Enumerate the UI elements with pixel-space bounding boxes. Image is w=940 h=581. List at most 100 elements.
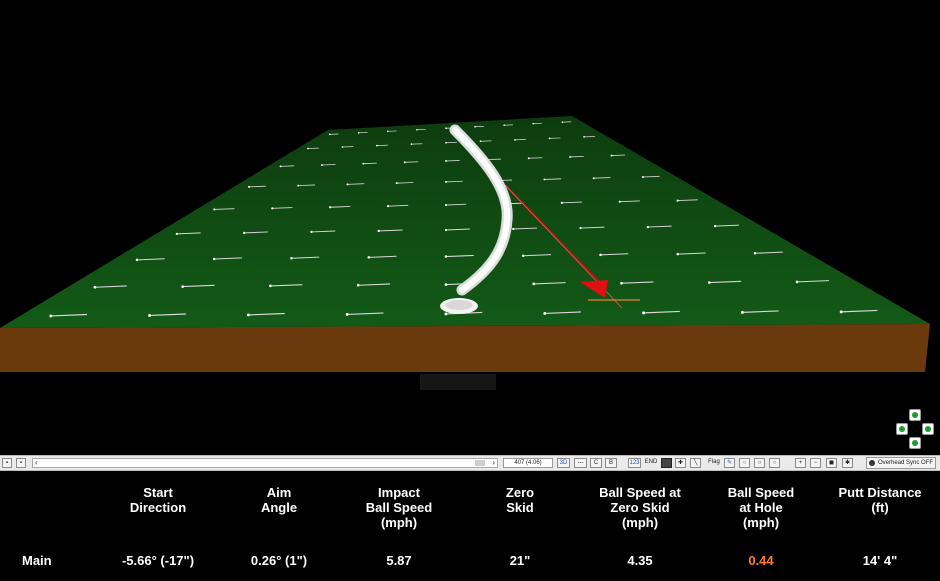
camera-left-icon[interactable] xyxy=(896,423,908,435)
header-putt-distance: Putt Distance (ft) xyxy=(838,485,922,515)
slope-arrow-head xyxy=(444,203,448,207)
slope-arrow-head xyxy=(795,280,799,284)
slope-arrow xyxy=(487,158,501,161)
slope-arrow xyxy=(280,165,295,167)
slope-arrow xyxy=(570,155,584,158)
hole-inner xyxy=(445,300,473,310)
pen-icon[interactable]: ✎ xyxy=(724,458,735,468)
slope-arrow-head xyxy=(356,283,360,287)
circle-blue-icon[interactable]: ○ xyxy=(739,458,750,468)
slope-arrow-head xyxy=(527,157,530,160)
value-speed-at-hole: 0.44 xyxy=(748,553,774,568)
slope-arrow-head xyxy=(376,144,378,147)
slope-arrow-head xyxy=(445,160,447,162)
slope-arrow-head xyxy=(479,140,482,143)
slope-arrow-head xyxy=(583,136,585,138)
line-icon[interactable]: ╲ xyxy=(690,458,701,468)
timeline-scrollbar[interactable]: ‹ › xyxy=(32,458,498,468)
numbers-button[interactable]: 123 xyxy=(628,458,641,468)
play-icon[interactable]: ▪ xyxy=(2,458,12,468)
slope-arrow-head xyxy=(93,285,97,289)
slope-arrow-head xyxy=(410,143,413,146)
slope-arrow-head xyxy=(740,310,744,314)
slope-arrow-head xyxy=(512,227,515,231)
slope-arrow-head xyxy=(753,251,757,255)
circle-grey-icon[interactable]: ○ xyxy=(754,458,765,468)
slope-arrow-head xyxy=(569,155,572,158)
camera-right-icon[interactable] xyxy=(922,423,934,435)
slope-arrow-head xyxy=(269,284,272,288)
header-zero-skid: Zero Skid xyxy=(505,485,535,515)
slope-arrow-head xyxy=(248,185,251,188)
end-button[interactable]: END xyxy=(644,458,658,468)
slope-arrow-head xyxy=(713,224,717,228)
slope-arrow-head xyxy=(279,165,282,168)
slope-arrow-head xyxy=(444,255,448,258)
slope-arrow xyxy=(321,164,336,166)
slope-arrow-head xyxy=(839,310,843,314)
slope-arrow-head xyxy=(444,180,448,183)
camera-up-icon[interactable] xyxy=(909,409,921,421)
slope-arrow-head xyxy=(676,199,679,202)
camera-icon[interactable]: ◼ xyxy=(826,458,837,468)
slope-arrow-head xyxy=(328,133,331,136)
3d-green-viewport[interactable] xyxy=(0,0,940,455)
row-label-main: Main xyxy=(22,553,52,568)
ground-shadow xyxy=(420,374,496,390)
scroll-left-icon[interactable]: ‹ xyxy=(35,458,38,467)
scroll-thumb[interactable] xyxy=(475,460,485,466)
viewer-toolbar: ▪ ▪ ‹ › 407 (4.06) 3D --- C B 123 END ✚ … xyxy=(0,455,940,471)
slope-arrow-head xyxy=(444,312,448,316)
slope-arrow-head xyxy=(599,253,602,257)
slope-arrow-head xyxy=(320,164,323,166)
slope-arrow-head xyxy=(49,314,53,318)
slope-arrow xyxy=(445,160,460,162)
circle-red-icon[interactable]: ○ xyxy=(769,458,780,468)
slope-arrow-head xyxy=(175,232,179,236)
green-scene[interactable] xyxy=(0,0,940,455)
slope-arrow-head xyxy=(642,311,646,315)
stop-icon[interactable]: ▪ xyxy=(16,458,26,468)
slope-arrow-head xyxy=(290,256,293,260)
scroll-right-icon[interactable]: › xyxy=(492,458,495,467)
c-button[interactable]: C xyxy=(590,458,602,468)
b-button[interactable]: B xyxy=(605,458,617,468)
slope-arrow-head xyxy=(387,205,390,208)
overhead-sync-label: Overhead Sync OFF xyxy=(878,460,934,466)
slope-arrow-head xyxy=(620,281,623,285)
header-aim-angle: Aim Angle xyxy=(260,485,298,515)
slope-arrow-head xyxy=(579,226,582,230)
slope-arrow-head xyxy=(503,124,505,127)
sync-status-icon xyxy=(869,460,875,466)
slope-arrow-head xyxy=(521,254,525,257)
slope-arrow-head xyxy=(641,175,644,178)
value-aim-angle: 0.26° (1") xyxy=(250,553,308,568)
slope-arrow-head xyxy=(561,121,564,123)
slope-arrow-head xyxy=(646,225,650,229)
slope-arrow-head xyxy=(395,182,398,185)
layer-icon[interactable] xyxy=(661,458,672,468)
dash-button[interactable]: --- xyxy=(574,458,587,468)
slope-arrow-head xyxy=(444,283,448,286)
compass-icon[interactable]: ✚ xyxy=(675,458,686,468)
zoom-out-icon[interactable]: − xyxy=(810,458,821,468)
green-soil-edge xyxy=(0,324,930,372)
settings-icon[interactable]: ✱ xyxy=(842,458,853,468)
slope-arrow-head xyxy=(367,256,371,259)
slope-arrow-head xyxy=(297,184,300,187)
slope-arrow-head xyxy=(514,138,516,141)
slope-arrow-head xyxy=(474,125,476,128)
slope-arrow-head xyxy=(618,200,621,203)
flag-button[interactable]: Flag xyxy=(706,458,722,468)
slope-arrow xyxy=(528,157,543,159)
3d-button[interactable]: 3D xyxy=(557,458,570,468)
camera-down-icon[interactable] xyxy=(909,437,921,449)
slope-arrow-head xyxy=(212,257,216,261)
overhead-sync-button[interactable]: Overhead Sync OFF xyxy=(866,457,936,469)
value-impact-ball-speed: 5.87 xyxy=(386,553,412,568)
zoom-in-icon[interactable]: + xyxy=(795,458,806,468)
slope-arrow-head xyxy=(377,229,380,233)
slope-arrow-head xyxy=(592,177,595,180)
slope-arrow-head xyxy=(707,281,711,284)
slope-arrow-head xyxy=(148,313,152,317)
